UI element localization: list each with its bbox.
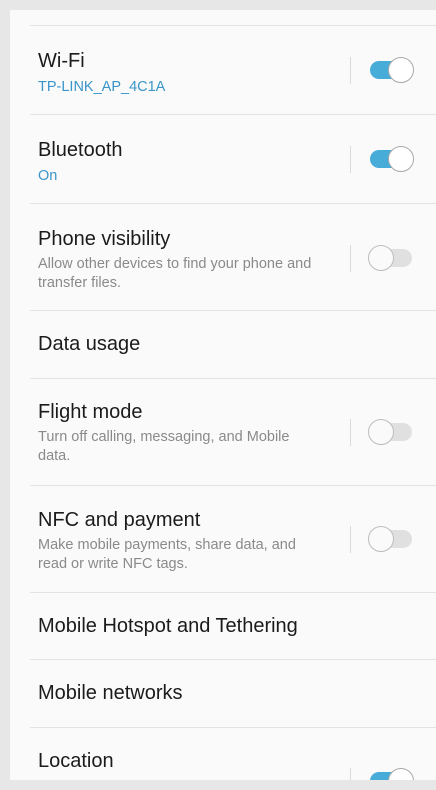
toggle-knob [368, 245, 394, 271]
setting-title: Mobile Hotspot and Tethering [38, 615, 298, 637]
settings-screen: Wi-Fi TP-LINK_AP_4C1A Bluetooth On Phone… [10, 10, 436, 790]
toggle-knob [368, 419, 394, 445]
setting-row-data-usage[interactable]: Data usage [10, 311, 436, 379]
setting-row-nfc-payment[interactable]: NFC and payment Make mobile payments, sh… [10, 486, 436, 593]
setting-row-mobile-networks[interactable]: Mobile networks [10, 660, 436, 728]
setting-title: Data usage [38, 333, 141, 355]
toggle-knob [388, 57, 414, 83]
vertical-divider [350, 146, 351, 173]
bluetooth-toggle[interactable] [368, 146, 414, 172]
setting-row-flight-mode[interactable]: Flight mode Turn off calling, messaging,… [10, 379, 436, 486]
setting-row-bluetooth[interactable]: Bluetooth On [10, 115, 436, 204]
toggle-knob [368, 526, 394, 552]
nfc-toggle[interactable] [368, 526, 414, 552]
toggle-knob [388, 146, 414, 172]
wifi-toggle[interactable] [368, 57, 414, 83]
bottom-edge [10, 780, 436, 790]
setting-title: Flight mode [38, 401, 143, 423]
setting-summary: Make mobile payments, share data, and re… [38, 537, 296, 572]
setting-summary: On [38, 168, 58, 184]
setting-summary: Turn off calling, messaging, and Mobile … [38, 429, 290, 464]
setting-title: Location [38, 750, 114, 772]
setting-title: Phone visibility [38, 228, 171, 250]
setting-title: Wi-Fi [38, 50, 85, 72]
vertical-divider [350, 419, 351, 446]
setting-row-phone-visibility[interactable]: Phone visibility Allow other devices to … [10, 204, 436, 311]
setting-title: NFC and payment [38, 509, 201, 531]
setting-summary: Allow other devices to find your phone a… [38, 256, 312, 291]
vertical-divider [350, 245, 351, 272]
vertical-divider [350, 57, 351, 84]
setting-title: Bluetooth [38, 139, 123, 161]
setting-row-hotspot-tethering[interactable]: Mobile Hotspot and Tethering [10, 593, 436, 660]
vertical-divider [350, 526, 351, 553]
phone-visibility-toggle[interactable] [368, 245, 414, 271]
setting-title: Mobile networks [38, 682, 183, 704]
setting-summary: TP-LINK_AP_4C1A [38, 79, 166, 95]
setting-row-wifi[interactable]: Wi-Fi TP-LINK_AP_4C1A [10, 26, 436, 115]
flight-mode-toggle[interactable] [368, 419, 414, 445]
